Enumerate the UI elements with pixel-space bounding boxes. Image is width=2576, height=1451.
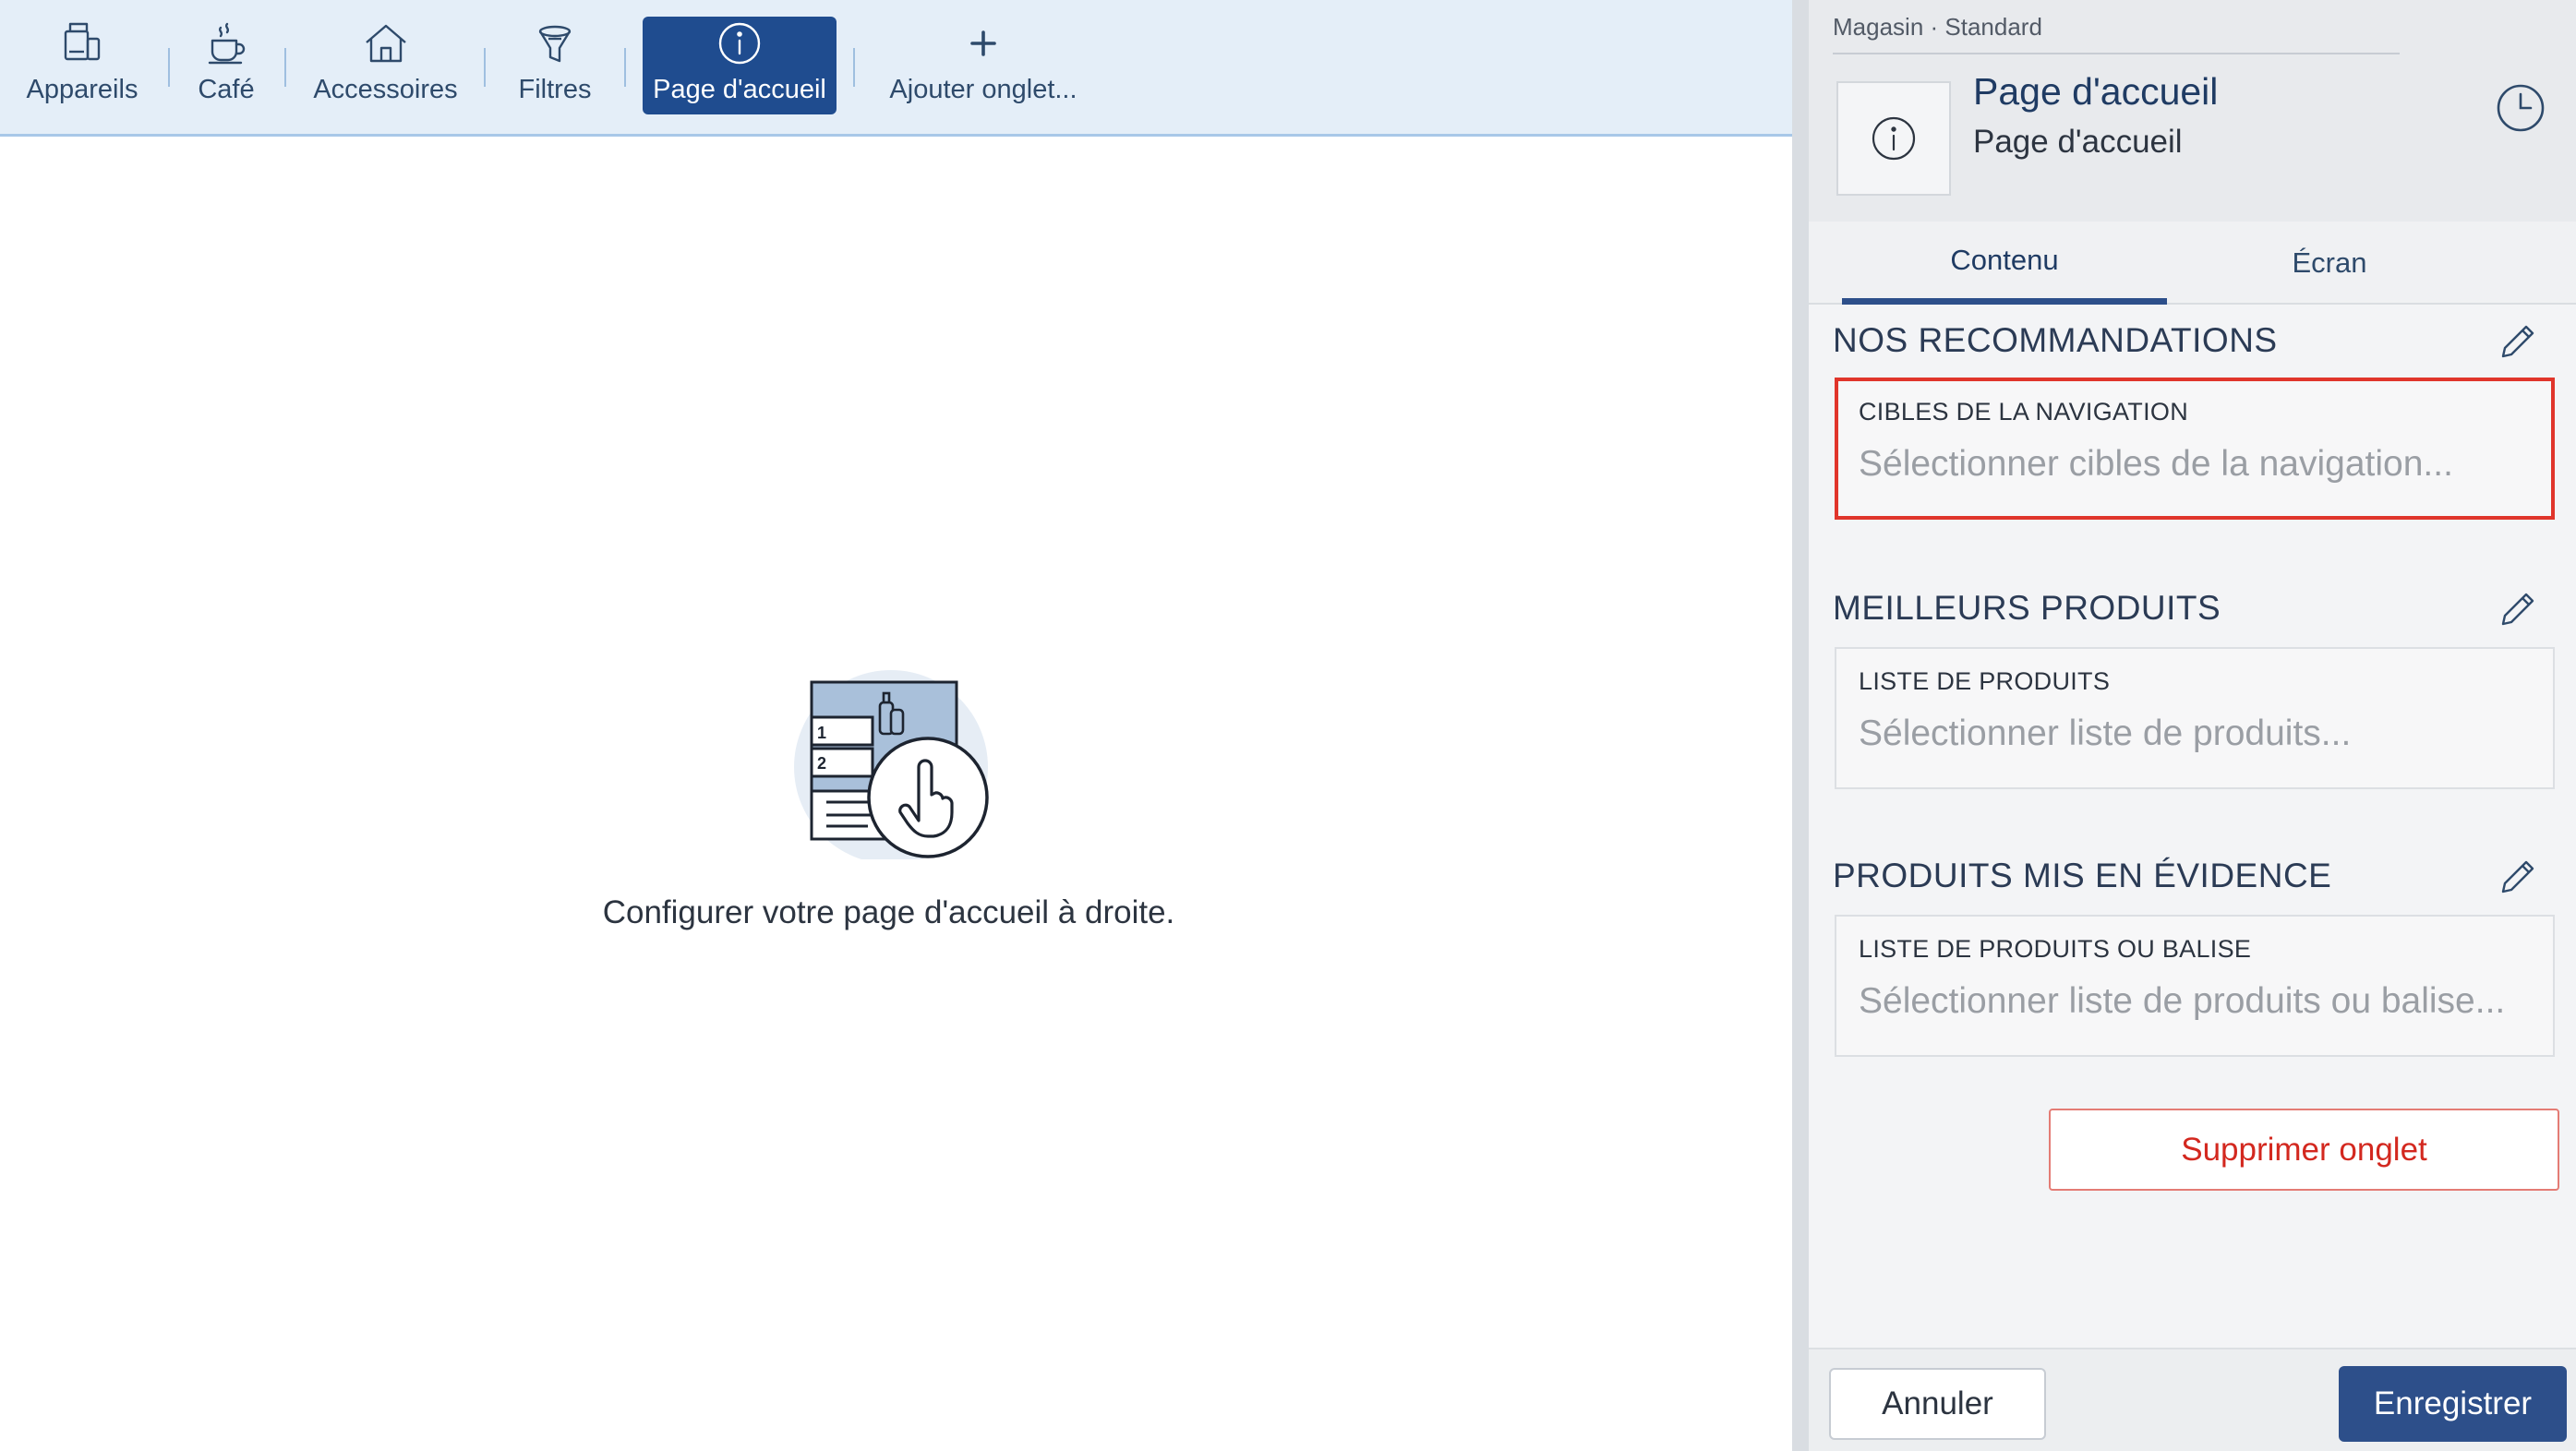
configure-illustration: 1 2 bbox=[789, 666, 993, 864]
tab-filtres[interactable]: Filtres bbox=[506, 17, 604, 114]
product-list-or-tag-field[interactable]: LISTE DE PRODUITS OU BALISE Sélectionner… bbox=[1835, 915, 2555, 1057]
tab-label: Ajouter onglet... bbox=[889, 75, 1077, 104]
page-title: Page d'accueil bbox=[1973, 70, 2219, 113]
field-label: LISTE DE PRODUITS OU BALISE bbox=[1859, 935, 2252, 963]
field-label: CIBLES DE LA NAVIGATION bbox=[1859, 398, 2189, 426]
tab-separator bbox=[624, 48, 626, 87]
panel-tabs: Contenu Écran bbox=[1809, 222, 2576, 305]
panel-footer: Annuler Enregistrer bbox=[1809, 1348, 2576, 1451]
tab-cafe[interactable]: Café bbox=[185, 17, 268, 114]
tab-label: Accessoires bbox=[313, 75, 458, 104]
funnel-icon bbox=[527, 18, 583, 69]
tab-page-accueil[interactable]: Page d'accueil bbox=[643, 17, 837, 114]
empty-state-message: Configurer votre page d'accueil à droite… bbox=[602, 894, 1175, 930]
tab-label: Appareils bbox=[26, 75, 138, 104]
illustration-label-1: 1 bbox=[817, 724, 826, 742]
page-thumbnail bbox=[1836, 81, 1951, 196]
navigation-targets-field[interactable]: CIBLES DE LA NAVIGATION Sélectionner cib… bbox=[1835, 378, 2555, 520]
tab-label: Café bbox=[198, 75, 255, 104]
properties-panel: Magasin · Standard Page d'accueil Page d… bbox=[1809, 0, 2576, 1451]
coffee-cup-icon bbox=[199, 18, 254, 69]
home-page-canvas: 1 2 Configurer votre page d'accueil à dr… bbox=[0, 139, 1792, 1451]
tab-separator bbox=[484, 48, 486, 87]
house-icon bbox=[358, 18, 414, 69]
edit-pencil-icon[interactable] bbox=[2496, 587, 2540, 631]
tab-separator bbox=[168, 48, 170, 87]
breadcrumb: Magasin · Standard bbox=[1833, 13, 2042, 41]
product-list-or-tag-placeholder: Sélectionner liste de produits ou balise… bbox=[1859, 981, 2506, 1021]
info-icon bbox=[712, 18, 767, 69]
panel-splitter[interactable] bbox=[1792, 0, 1809, 1451]
edit-pencil-icon[interactable] bbox=[2496, 319, 2540, 364]
illustration-label-2: 2 bbox=[817, 754, 826, 773]
tab-label: Page d'accueil bbox=[653, 75, 826, 104]
navigation-targets-placeholder: Sélectionner cibles de la navigation... bbox=[1859, 444, 2453, 484]
tab-contenu[interactable]: Contenu bbox=[1842, 222, 2167, 305]
tab-separator bbox=[284, 48, 286, 87]
tab-label: Filtres bbox=[518, 75, 592, 104]
field-label: LISTE DE PRODUITS bbox=[1859, 667, 2111, 695]
tab-ajouter-onglet[interactable]: Ajouter onglet... bbox=[877, 17, 1089, 114]
product-list-field[interactable]: LISTE DE PRODUITS Sélectionner liste de … bbox=[1835, 647, 2555, 789]
panel-header: Magasin · Standard Page d'accueil Page d… bbox=[1809, 0, 2576, 222]
section-title-meilleurs-produits: MEILLEURS PRODUITS bbox=[1833, 589, 2221, 627]
tab-ecran[interactable]: Écran bbox=[2167, 222, 2492, 305]
breadcrumb-divider bbox=[1833, 53, 2400, 54]
delete-tab-button[interactable]: Supprimer onglet bbox=[2049, 1109, 2559, 1191]
page-subtitle: Page d'accueil bbox=[1973, 124, 2183, 160]
cancel-button[interactable]: Annuler bbox=[1829, 1368, 2046, 1440]
save-button[interactable]: Enregistrer bbox=[2339, 1366, 2567, 1442]
tab-separator bbox=[853, 48, 855, 87]
tab-accessoires[interactable]: Accessoires bbox=[305, 17, 466, 114]
info-icon bbox=[1872, 116, 1916, 161]
plus-icon bbox=[956, 18, 1011, 69]
product-list-placeholder: Sélectionner liste de produits... bbox=[1859, 714, 2352, 753]
history-clock-icon[interactable] bbox=[2494, 81, 2547, 135]
tab-appareils[interactable]: Appareils bbox=[13, 17, 151, 114]
section-title-recommandations: NOS RECOMMANDATIONS bbox=[1833, 321, 2278, 359]
top-tab-bar: Appareils Café Accessoires Filtres Page … bbox=[0, 0, 1792, 137]
appliance-icon bbox=[54, 18, 110, 69]
section-title-produits-mis-en-evidence: PRODUITS MIS EN ÉVIDENCE bbox=[1833, 857, 2332, 894]
edit-pencil-icon[interactable] bbox=[2496, 855, 2540, 899]
